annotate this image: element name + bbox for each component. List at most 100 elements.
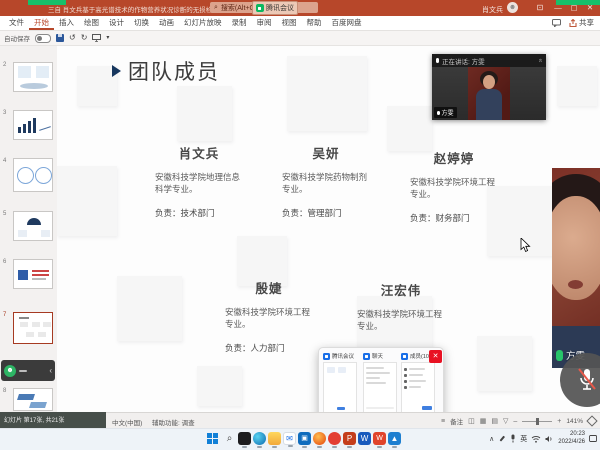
tab-view[interactable]: 视图 [277, 16, 302, 30]
red-music-app-icon[interactable] [328, 432, 341, 445]
save-icon[interactable] [56, 34, 64, 42]
tab-help[interactable]: 帮助 [302, 16, 327, 30]
tab-baidu-netdisk[interactable]: 百度网盘 [327, 16, 367, 30]
member-desc: 安徽科技学院地理信息科学专业。 [155, 172, 243, 196]
mail-icon[interactable]: ✉ [283, 432, 296, 445]
ime-language-key[interactable]: 英 [520, 434, 527, 444]
expand-icon[interactable]: « [537, 59, 544, 63]
taskbar-preview-popup[interactable]: 腾讯会议 聊天 成员(10) [318, 347, 444, 422]
windows-taskbar[interactable]: ⌕ ✉ ▣ P W W ▲ ∧ 英 [0, 428, 600, 450]
zoom-slider-thumb[interactable] [536, 418, 539, 425]
member-card-4[interactable]: 殷婕 安徽科技学院环境工程专业。 负责：人力部门 [225, 278, 313, 354]
powerpoint-icon[interactable]: P [343, 432, 356, 445]
tab-insert[interactable]: 插入 [54, 16, 79, 30]
preview-close-button[interactable]: ✕ [429, 350, 442, 363]
autosave-label: 自动保存 [4, 33, 30, 43]
slide-thumbnail-4[interactable] [13, 158, 53, 192]
title-bar: 三自 肖文兵基于高光谱技术的作物营养状况诊断的无损检测系统 ▾ ⌕ 搜索(Alt… [0, 0, 600, 16]
accessibility-status[interactable]: 辅助功能: 调查 [152, 417, 195, 427]
zoom-out-icon[interactable]: – [513, 418, 517, 425]
meeting-mini-header[interactable]: 正在讲话: 方雯 « [432, 54, 546, 67]
slide-number: 2 [3, 62, 6, 68]
mic-icon [436, 58, 439, 63]
zoom-slider[interactable] [522, 421, 552, 422]
slideshow-from-start-icon[interactable] [92, 34, 101, 42]
screen: 三自 肖文兵基于高光谱技术的作物营养状况诊断的无损检测系统 ▾ ⌕ 搜索(Alt… [0, 0, 600, 450]
meeting-mini-window[interactable]: 正在讲话: 方雯 « 方雯 [432, 54, 546, 120]
tab-slideshow[interactable]: 幻灯片放映 [179, 16, 227, 30]
slide-title: 团队成员 [128, 56, 220, 86]
redo-icon[interactable]: ↻ [81, 33, 88, 43]
autosave-toggle[interactable] [35, 34, 51, 43]
notes-icon: ≡ [441, 418, 445, 425]
slide-thumbnail-panel[interactable]: 2 3 4 5 6 [0, 46, 58, 412]
wps-icon[interactable]: W [373, 432, 386, 445]
tab-transitions[interactable]: 切换 [129, 16, 154, 30]
account-name[interactable]: 肖文兵 [482, 5, 503, 15]
member-card-3[interactable]: 赵婷婷 安徽科技学院环境工程专业。 负责：财务部门 [410, 148, 498, 224]
language-status[interactable]: 中文(中国) [112, 417, 142, 427]
file-explorer-icon[interactable] [268, 432, 281, 445]
tab-draw[interactable]: 绘图 [79, 16, 104, 30]
volume-icon[interactable] [545, 435, 554, 443]
slide-thumbnail-6[interactable] [13, 259, 53, 289]
wifi-icon[interactable] [531, 435, 541, 443]
slide-thumbnail-8[interactable] [13, 388, 53, 411]
preview-window-meeting[interactable]: 腾讯会议 [323, 352, 359, 414]
tab-animations[interactable]: 动画 [154, 16, 179, 30]
slide-thumbnail-7-selected[interactable] [13, 312, 53, 344]
meeting-side-video[interactable]: 方雯 [552, 168, 600, 368]
normal-view-icon[interactable]: ◫ [468, 417, 475, 425]
tray-expand-icon[interactable]: ∧ [489, 435, 494, 443]
undo-icon[interactable]: ↺ [69, 33, 76, 43]
search-icon[interactable]: ⌕ [223, 432, 236, 445]
avatar[interactable]: ☻ [507, 2, 518, 13]
tencent-meeting-floating-bar[interactable]: ☻ ‹ [1, 360, 55, 381]
edge-icon[interactable] [253, 432, 266, 445]
tab-record[interactable]: 录制 [227, 16, 252, 30]
zoom-level[interactable]: 141% [566, 418, 583, 425]
member-card-2[interactable]: 吴妍 安徽科技学院药物制剂专业。 负责：管理部门 [282, 143, 370, 219]
notification-icon[interactable] [589, 435, 597, 443]
slide-title-block[interactable]: 团队成员 [112, 56, 220, 86]
share-button[interactable]: 共享 [569, 17, 594, 28]
zoom-in-icon[interactable]: + [557, 418, 561, 425]
slide-thumbnail-2[interactable] [13, 62, 53, 92]
slide-sorter-icon[interactable]: ▦ [480, 417, 487, 425]
collapse-chevron-icon[interactable]: ‹ [49, 366, 52, 376]
word-icon[interactable]: W [358, 432, 371, 445]
dark-app-icon[interactable] [238, 432, 251, 445]
preview-thumbnail[interactable] [323, 362, 357, 414]
comment-icon[interactable] [552, 19, 561, 27]
ribbon-tab-bar: 文件 开始 插入 绘图 设计 切换 动画 幻灯片放映 录制 审阅 视图 帮助 百… [0, 16, 600, 31]
start-button-icon[interactable] [206, 432, 221, 447]
fit-to-window-icon[interactable] [586, 415, 597, 426]
member-card-1[interactable]: 肖文兵 安徽科技学院地理信息科学专业。 负责：技术部门 [155, 143, 243, 219]
notes-button[interactable]: 备注 [450, 416, 463, 426]
member-desc: 安徽科技学院药物制剂专业。 [282, 172, 370, 196]
ribbon-display-options-icon[interactable]: ⊡ [532, 0, 548, 16]
preview-thumbnail[interactable] [363, 362, 397, 414]
clock[interactable]: 20:23 2022/4/26 [558, 431, 585, 446]
slide-thumbnail-3[interactable] [13, 110, 53, 140]
tab-review[interactable]: 审阅 [252, 16, 277, 30]
system-tray[interactable]: ∧ 英 20:23 2022/4/26 [489, 431, 597, 446]
meeting-mini-video[interactable]: 方雯 [432, 67, 546, 120]
pen-icon[interactable] [498, 435, 506, 443]
tab-file[interactable]: 文件 [4, 16, 29, 30]
qat-customize-icon[interactable]: ▾ [106, 33, 109, 43]
photos-icon[interactable]: ▲ [388, 432, 401, 445]
preview-window-chat[interactable]: 聊天 [363, 352, 399, 414]
member-card-5[interactable]: 汪宏伟 安徽科技学院环境工程专业。 [357, 280, 445, 344]
firefox-icon[interactable] [313, 432, 326, 445]
preview-thumbnail[interactable] [401, 362, 435, 414]
slide-thumbnail-5[interactable] [13, 211, 53, 241]
slideshow-view-icon[interactable]: ▽ [503, 417, 508, 425]
microsoft-store-icon[interactable]: ▣ [298, 432, 311, 445]
tab-home[interactable]: 开始 [29, 16, 54, 30]
mic-icon [437, 111, 440, 115]
tab-design[interactable]: 设计 [104, 16, 129, 30]
meeting-indicator-chip[interactable]: 腾讯会议 [252, 1, 298, 15]
reading-view-icon[interactable]: ▤ [491, 417, 498, 425]
tray-mic-icon[interactable] [510, 434, 516, 443]
